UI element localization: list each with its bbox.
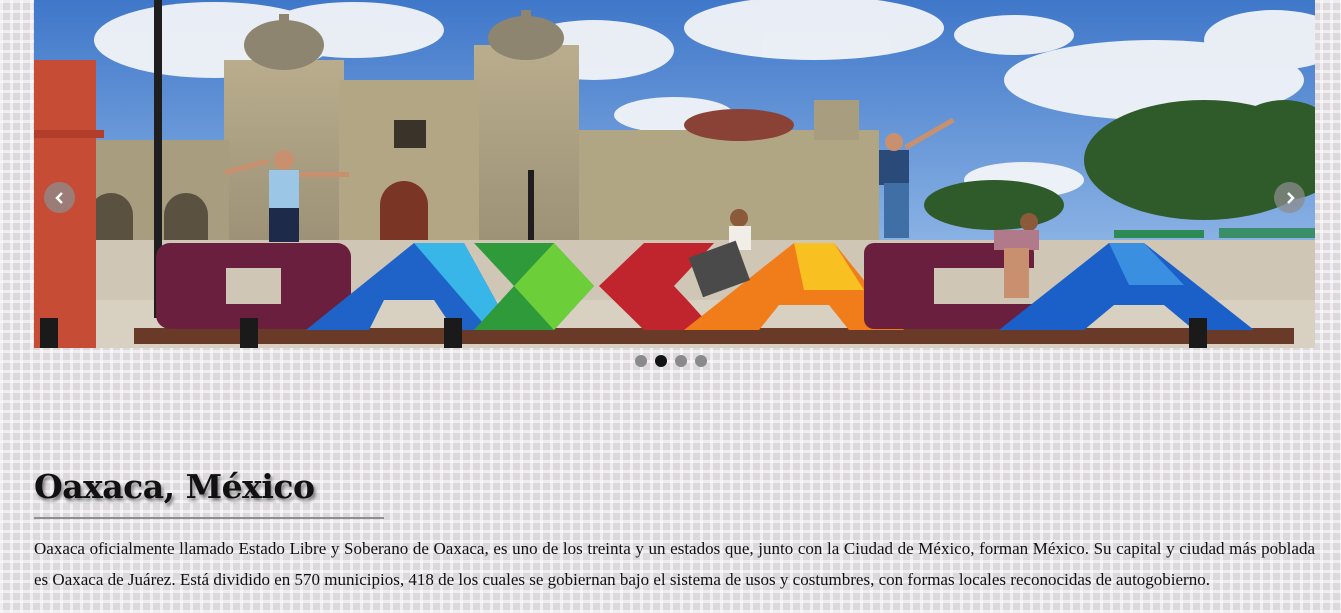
carousel-dot-1[interactable] [634,355,647,367]
carousel-dot-2-active[interactable] [654,355,667,367]
page-title: Oaxaca, México [34,467,315,506]
article-section: Oaxaca, México Oaxaca oficialmente llama… [34,462,1315,595]
article-description: Oaxaca oficialmente llamado Estado Libre… [34,539,1315,589]
image-carousel[interactable] [34,0,1315,348]
title-divider [34,517,384,519]
carousel-indicators [0,355,1341,367]
carousel-slide-photo [34,0,1315,348]
chevron-right-icon [1286,191,1295,204]
carousel-next-button[interactable] [1274,182,1305,213]
chevron-left-icon [54,191,63,204]
carousel-dot-3[interactable] [674,355,687,367]
carousel-prev-button[interactable] [44,182,75,213]
oaxaca-church-photo [34,0,1315,348]
carousel-dot-4[interactable] [694,355,707,367]
